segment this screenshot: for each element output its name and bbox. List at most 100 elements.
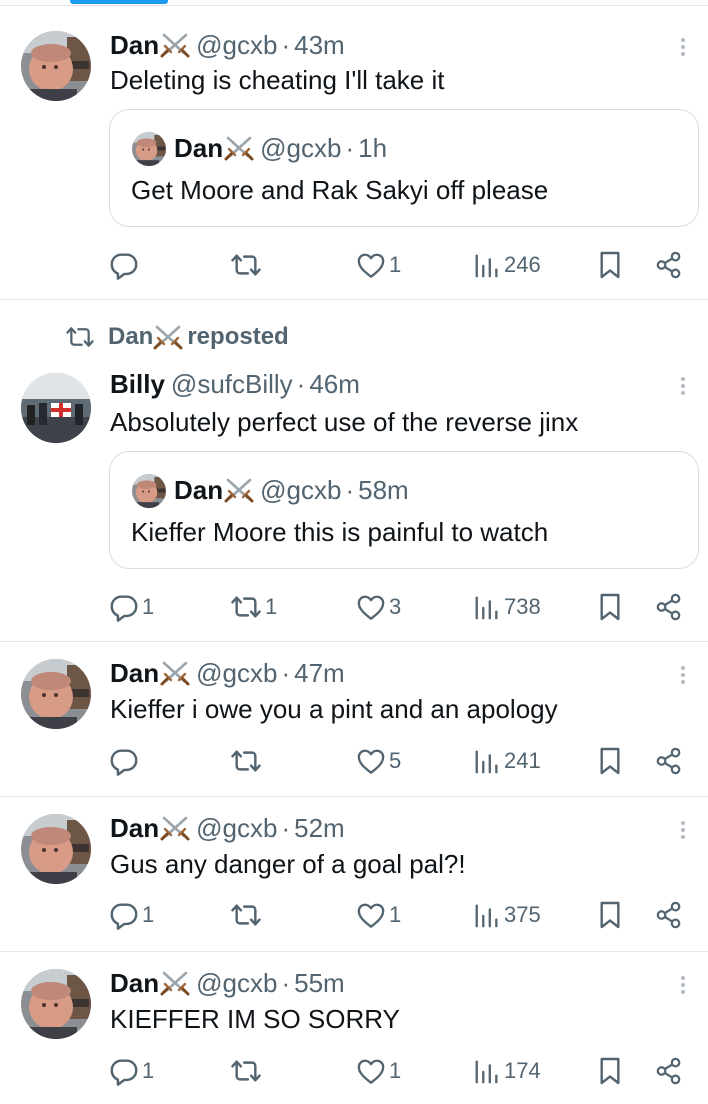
tweet-text: Deleting is cheating I'll take it <box>110 65 445 95</box>
reply-button[interactable] <box>109 744 142 778</box>
quote-author-handle: @gcxb <box>260 475 342 505</box>
author-handle[interactable]: @gcxb <box>196 30 277 60</box>
share-icon <box>655 1057 683 1085</box>
avatar[interactable] <box>21 373 91 443</box>
bookmark-icon <box>598 746 622 776</box>
bookmark-button[interactable] <box>598 590 622 624</box>
tweet-text: Absolutely perfect use of the reverse ji… <box>110 407 579 437</box>
action-bar: 1 1 174 <box>0 1054 708 1088</box>
tweet-header: Dan @gcxb · 47m <box>110 658 345 688</box>
dot-separator: · <box>296 369 306 399</box>
action-bar: 1 246 <box>0 248 708 282</box>
more-icon[interactable] <box>676 374 690 400</box>
avatar[interactable] <box>21 969 91 1039</box>
view-count: 375 <box>504 902 541 927</box>
tweet[interactable]: Dan @gcxb · 43m Deleting is cheating I'll t… <box>0 6 708 300</box>
quote-header: Dan @gcxb · 58m <box>174 474 409 506</box>
bookmark-button[interactable] <box>598 1054 622 1088</box>
tweet-header: Billy @sufcBilly · 46m <box>110 369 360 399</box>
bookmark-icon <box>598 592 622 622</box>
views-button[interactable]: 174 <box>473 1054 541 1088</box>
tweet[interactable]: Billy @sufcBilly · 46m Absolutely perfect u… <box>0 300 708 642</box>
tweet[interactable]: Dan @gcxb · 47m Kieffer i owe you a pint an… <box>0 642 708 797</box>
reply-icon <box>109 592 139 622</box>
tweet-time[interactable]: 43m <box>294 30 345 60</box>
repost-count: 1 <box>265 594 278 619</box>
repost-button[interactable]: 1 <box>230 590 277 624</box>
tweet-time[interactable]: 46m <box>309 369 360 399</box>
like-button[interactable]: 1 <box>356 248 401 282</box>
action-bar: 1 1 375 <box>0 898 708 932</box>
share-button[interactable] <box>655 590 683 624</box>
views-button[interactable]: 241 <box>473 744 541 778</box>
avatar[interactable] <box>21 659 91 729</box>
reply-count: 1 <box>142 1058 155 1083</box>
more-icon[interactable] <box>676 663 690 689</box>
quote-time: 1h <box>358 133 388 163</box>
reply-button[interactable]: 1 <box>109 590 154 624</box>
view-count: 738 <box>504 594 541 619</box>
share-button[interactable] <box>655 1054 683 1088</box>
quote-avatar <box>132 132 166 166</box>
author-name[interactable]: Dan <box>110 658 159 688</box>
author-name[interactable]: Dan <box>110 813 159 843</box>
tweet-text: Kieffer i owe you a pint and an apology <box>110 694 558 724</box>
like-button[interactable]: 5 <box>356 744 401 778</box>
view-count: 174 <box>504 1058 541 1083</box>
like-count: 1 <box>389 252 402 277</box>
share-icon <box>655 747 683 775</box>
author-name[interactable]: Dan <box>110 30 159 60</box>
reply-button[interactable] <box>109 248 142 282</box>
author-handle[interactable]: @gcxb <box>196 813 277 843</box>
views-button[interactable]: 375 <box>473 898 541 932</box>
author-handle[interactable]: @gcxb <box>196 968 277 998</box>
share-button[interactable] <box>655 744 683 778</box>
more-icon[interactable] <box>676 818 690 844</box>
author-handle[interactable]: @sufcBilly <box>171 369 293 399</box>
tweet-time[interactable]: 55m <box>294 968 345 998</box>
more-icon[interactable] <box>676 35 690 61</box>
action-bar: 5 241 <box>0 744 708 778</box>
like-button[interactable]: 1 <box>356 898 401 932</box>
repost-button[interactable] <box>230 1054 265 1088</box>
repost-icon <box>230 251 262 279</box>
reply-count: 1 <box>142 902 155 927</box>
avatar[interactable] <box>21 31 91 101</box>
view-count: 241 <box>504 748 541 773</box>
more-icon[interactable] <box>676 973 690 999</box>
views-icon <box>473 747 501 775</box>
tweet-time[interactable]: 47m <box>294 658 345 688</box>
dot-separator: · <box>281 968 291 998</box>
author-name[interactable]: Dan <box>110 968 159 998</box>
dot-separator: · <box>345 133 355 163</box>
like-icon <box>356 747 386 775</box>
like-button[interactable]: 3 <box>356 590 401 624</box>
tweet-time[interactable]: 52m <box>294 813 345 843</box>
repost-button[interactable] <box>230 248 265 282</box>
views-button[interactable]: 738 <box>473 590 541 624</box>
bookmark-button[interactable] <box>598 248 622 282</box>
reply-button[interactable]: 1 <box>109 898 154 932</box>
tweet-text: Gus any danger of a goal pal?! <box>110 849 466 879</box>
repost-button[interactable] <box>230 744 265 778</box>
bookmark-button[interactable] <box>598 744 622 778</box>
quoted-tweet[interactable]: Dan @gcxb · 58m Kieffer Moore this is painf… <box>109 451 699 569</box>
share-button[interactable] <box>655 898 683 932</box>
tweet[interactable]: Dan @gcxb · 52m Gus any danger of a goal pa… <box>0 797 708 952</box>
dot-separator: · <box>281 30 291 60</box>
quote-author-name: Dan <box>174 133 224 163</box>
views-button[interactable]: 246 <box>473 248 541 282</box>
share-button[interactable] <box>655 248 683 282</box>
author-name[interactable]: Billy <box>110 369 165 399</box>
reply-icon <box>109 900 139 930</box>
repost-button[interactable] <box>230 898 265 932</box>
avatar[interactable] <box>21 814 91 884</box>
tweet[interactable]: Dan @gcxb · 55m KIEFFER IM SO SORRY 1 1 174 <box>0 952 708 1104</box>
bookmark-icon <box>598 1056 622 1086</box>
bookmark-button[interactable] <box>598 898 622 932</box>
reply-button[interactable]: 1 <box>109 1054 154 1088</box>
quoted-tweet[interactable]: Dan @gcxb · 1h Get Moore and Rak Sakyi off … <box>109 109 699 227</box>
repost-icon <box>230 1057 262 1085</box>
author-handle[interactable]: @gcxb <box>196 658 277 688</box>
like-button[interactable]: 1 <box>356 1054 401 1088</box>
